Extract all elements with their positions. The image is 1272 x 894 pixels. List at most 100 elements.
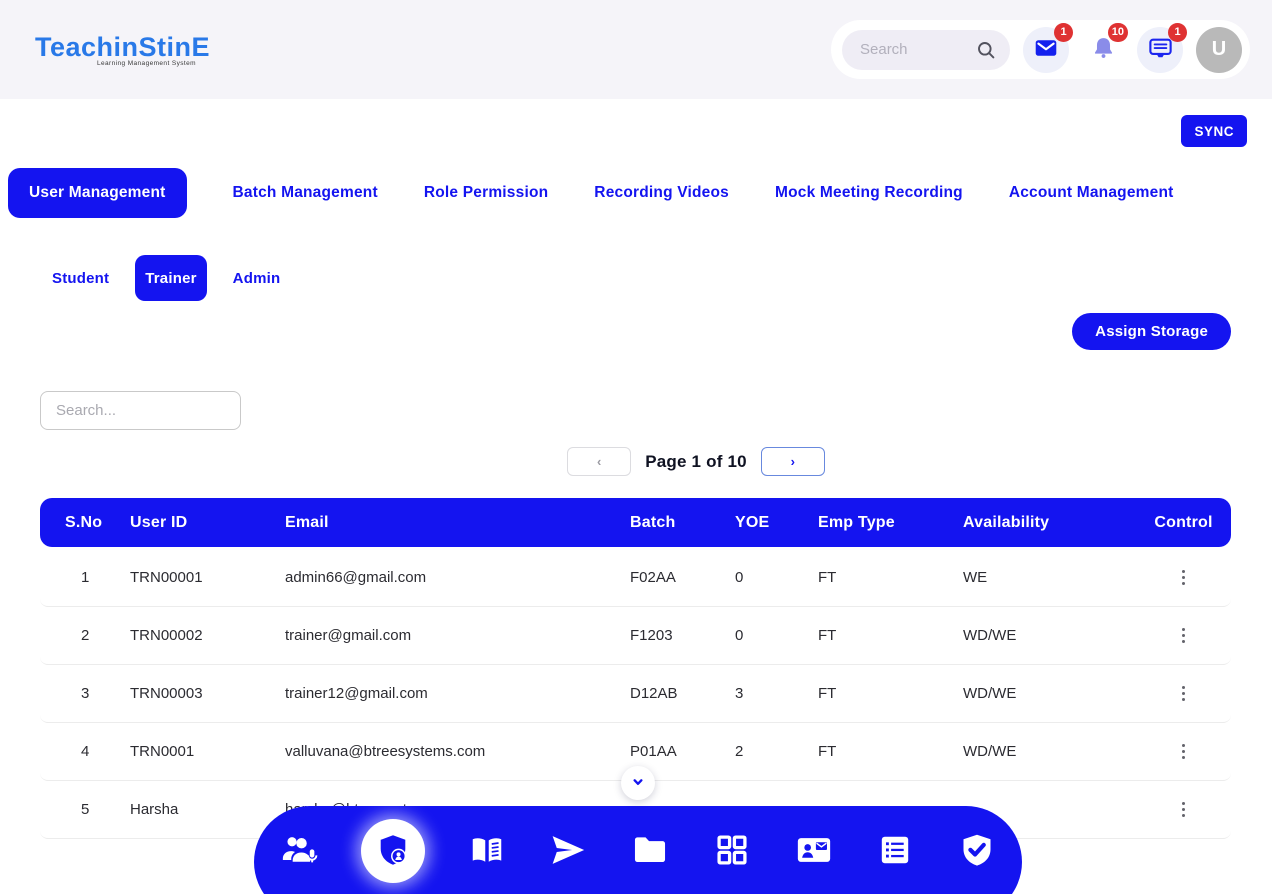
cell-yoe: 3 [735, 685, 818, 702]
pagination: ‹ Page 1 of 10 › [60, 447, 1272, 476]
col-control: Control [1140, 514, 1231, 532]
subtab-admin[interactable]: Admin [233, 270, 281, 287]
next-page-button[interactable]: › [761, 447, 825, 476]
col-availability: Availability [963, 514, 1140, 532]
cell-user-id: TRN00003 [130, 685, 285, 702]
page: TeachinStinE Learning Management System [0, 0, 1272, 894]
tab-user-management[interactable]: User Management [8, 168, 187, 218]
top-header: TeachinStinE Learning Management System [0, 0, 1272, 99]
logo-title: TeachinStinE [35, 32, 210, 63]
cell-emp-type: FT [818, 743, 963, 760]
cell-batch: F02AA [630, 569, 735, 586]
header-search[interactable] [842, 30, 1010, 70]
tab-recording-videos[interactable]: Recording Videos [594, 184, 729, 202]
col-batch: Batch [630, 514, 735, 532]
form-list-icon [877, 832, 913, 871]
cell-sno: 3 [65, 685, 130, 702]
cell-emp-type: FT [818, 569, 963, 586]
mail-badge: 1 [1054, 23, 1073, 42]
cell-batch: P01AA [630, 743, 735, 760]
role-sub-tabs: Student Trainer Admin [52, 255, 280, 301]
cell-user-id: TRN00001 [130, 569, 285, 586]
cell-yoe: 0 [735, 627, 818, 644]
tab-batch-management[interactable]: Batch Management [233, 184, 378, 202]
row-actions-button[interactable] [1172, 622, 1196, 650]
tab-mock-meeting-recording[interactable]: Mock Meeting Recording [775, 184, 963, 202]
magnifier-icon [974, 38, 998, 67]
header-actions: 1 10 [831, 20, 1250, 79]
table-row: 3 TRN00003 trainer12@gmail.com D12AB 3 F… [40, 665, 1231, 723]
chat-icon [1147, 35, 1174, 65]
cell-batch: D12AB [630, 685, 735, 702]
main-nav-tabs: User Management Batch Management Role Pe… [8, 168, 1174, 218]
table-search-input[interactable] [40, 391, 241, 430]
bottom-nav-files[interactable] [630, 831, 670, 871]
logo-tagline: Learning Management System [35, 60, 210, 67]
prev-page-button[interactable]: ‹ [567, 447, 631, 476]
users-mic-icon [280, 831, 318, 872]
table-header: S.No User ID Email Batch YOE Emp Type Av… [40, 498, 1231, 547]
user-avatar[interactable]: U [1196, 27, 1242, 73]
cell-user-id: TRN0001 [130, 743, 285, 760]
page-indicator: Page 1 of 10 [645, 452, 747, 472]
sync-button[interactable]: SYNC [1181, 115, 1247, 147]
subtab-student[interactable]: Student [52, 270, 109, 287]
cell-batch: F1203 [630, 627, 735, 644]
col-email: Email [285, 514, 630, 532]
bottom-nav-forms[interactable] [875, 831, 915, 871]
app-logo[interactable]: TeachinStinE Learning Management System [35, 32, 210, 67]
cell-email: valluvana@btreesystems.com [285, 743, 630, 760]
cell-user-id: TRN00002 [130, 627, 285, 644]
row-actions-button[interactable] [1172, 564, 1196, 592]
header-search-input[interactable] [842, 41, 968, 58]
cell-email: trainer@gmail.com [285, 627, 630, 644]
tab-account-management[interactable]: Account Management [1009, 184, 1174, 202]
cell-sno: 1 [65, 569, 130, 586]
chat-badge: 1 [1168, 23, 1187, 42]
mail-button[interactable]: 1 [1023, 27, 1069, 73]
bottom-nav-users-mic[interactable] [279, 831, 319, 871]
chevron-down-icon [628, 772, 648, 795]
cell-email: admin66@gmail.com [285, 569, 630, 586]
cell-availability: WD/WE [963, 685, 1140, 702]
cell-yoe: 2 [735, 743, 818, 760]
cell-sno: 2 [65, 627, 130, 644]
cell-yoe: 0 [735, 569, 818, 586]
bottom-nav-apps[interactable] [712, 831, 752, 871]
cell-availability: WD/WE [963, 743, 1140, 760]
row-actions-button[interactable] [1172, 796, 1196, 824]
cell-emp-type: FT [818, 685, 963, 702]
assign-storage-button[interactable]: Assign Storage [1072, 313, 1231, 350]
tab-role-permission[interactable]: Role Permission [424, 184, 548, 202]
paper-plane-icon [549, 831, 587, 872]
col-yoe: YOE [735, 514, 818, 532]
bottom-nav-tasks[interactable] [957, 831, 997, 871]
bottom-nav-contacts[interactable] [794, 831, 834, 871]
cell-emp-type: FT [818, 627, 963, 644]
folder-icon [631, 831, 669, 872]
open-book-icon [468, 831, 506, 872]
notifications-button[interactable]: 10 [1082, 27, 1124, 73]
mail-icon [1033, 35, 1059, 64]
table-row: 1 TRN00001 admin66@gmail.com F02AA 0 FT … [40, 549, 1231, 607]
cell-user-id: Harsha [130, 801, 285, 818]
bottom-nav-courses[interactable] [467, 831, 507, 871]
col-sno: S.No [65, 514, 130, 532]
bottom-nav-user-management[interactable] [361, 819, 425, 883]
subtab-trainer[interactable]: Trainer [135, 255, 206, 301]
shield-user-icon [375, 832, 411, 871]
col-user-id: User ID [130, 514, 285, 532]
bottom-nav-send[interactable] [548, 831, 588, 871]
shield-check-icon [959, 832, 995, 871]
col-emp-type: Emp Type [818, 514, 963, 532]
cell-email: trainer12@gmail.com [285, 685, 630, 702]
scroll-down-button[interactable] [621, 766, 655, 800]
table-row: 2 TRN00002 trainer@gmail.com F1203 0 FT … [40, 607, 1231, 665]
row-actions-button[interactable] [1172, 680, 1196, 708]
cell-availability: WD/WE [963, 627, 1140, 644]
notifications-badge: 10 [1108, 23, 1128, 42]
chat-button[interactable]: 1 [1137, 27, 1183, 73]
cell-sno: 5 [65, 801, 130, 818]
grid-icon [714, 832, 750, 871]
row-actions-button[interactable] [1172, 738, 1196, 766]
